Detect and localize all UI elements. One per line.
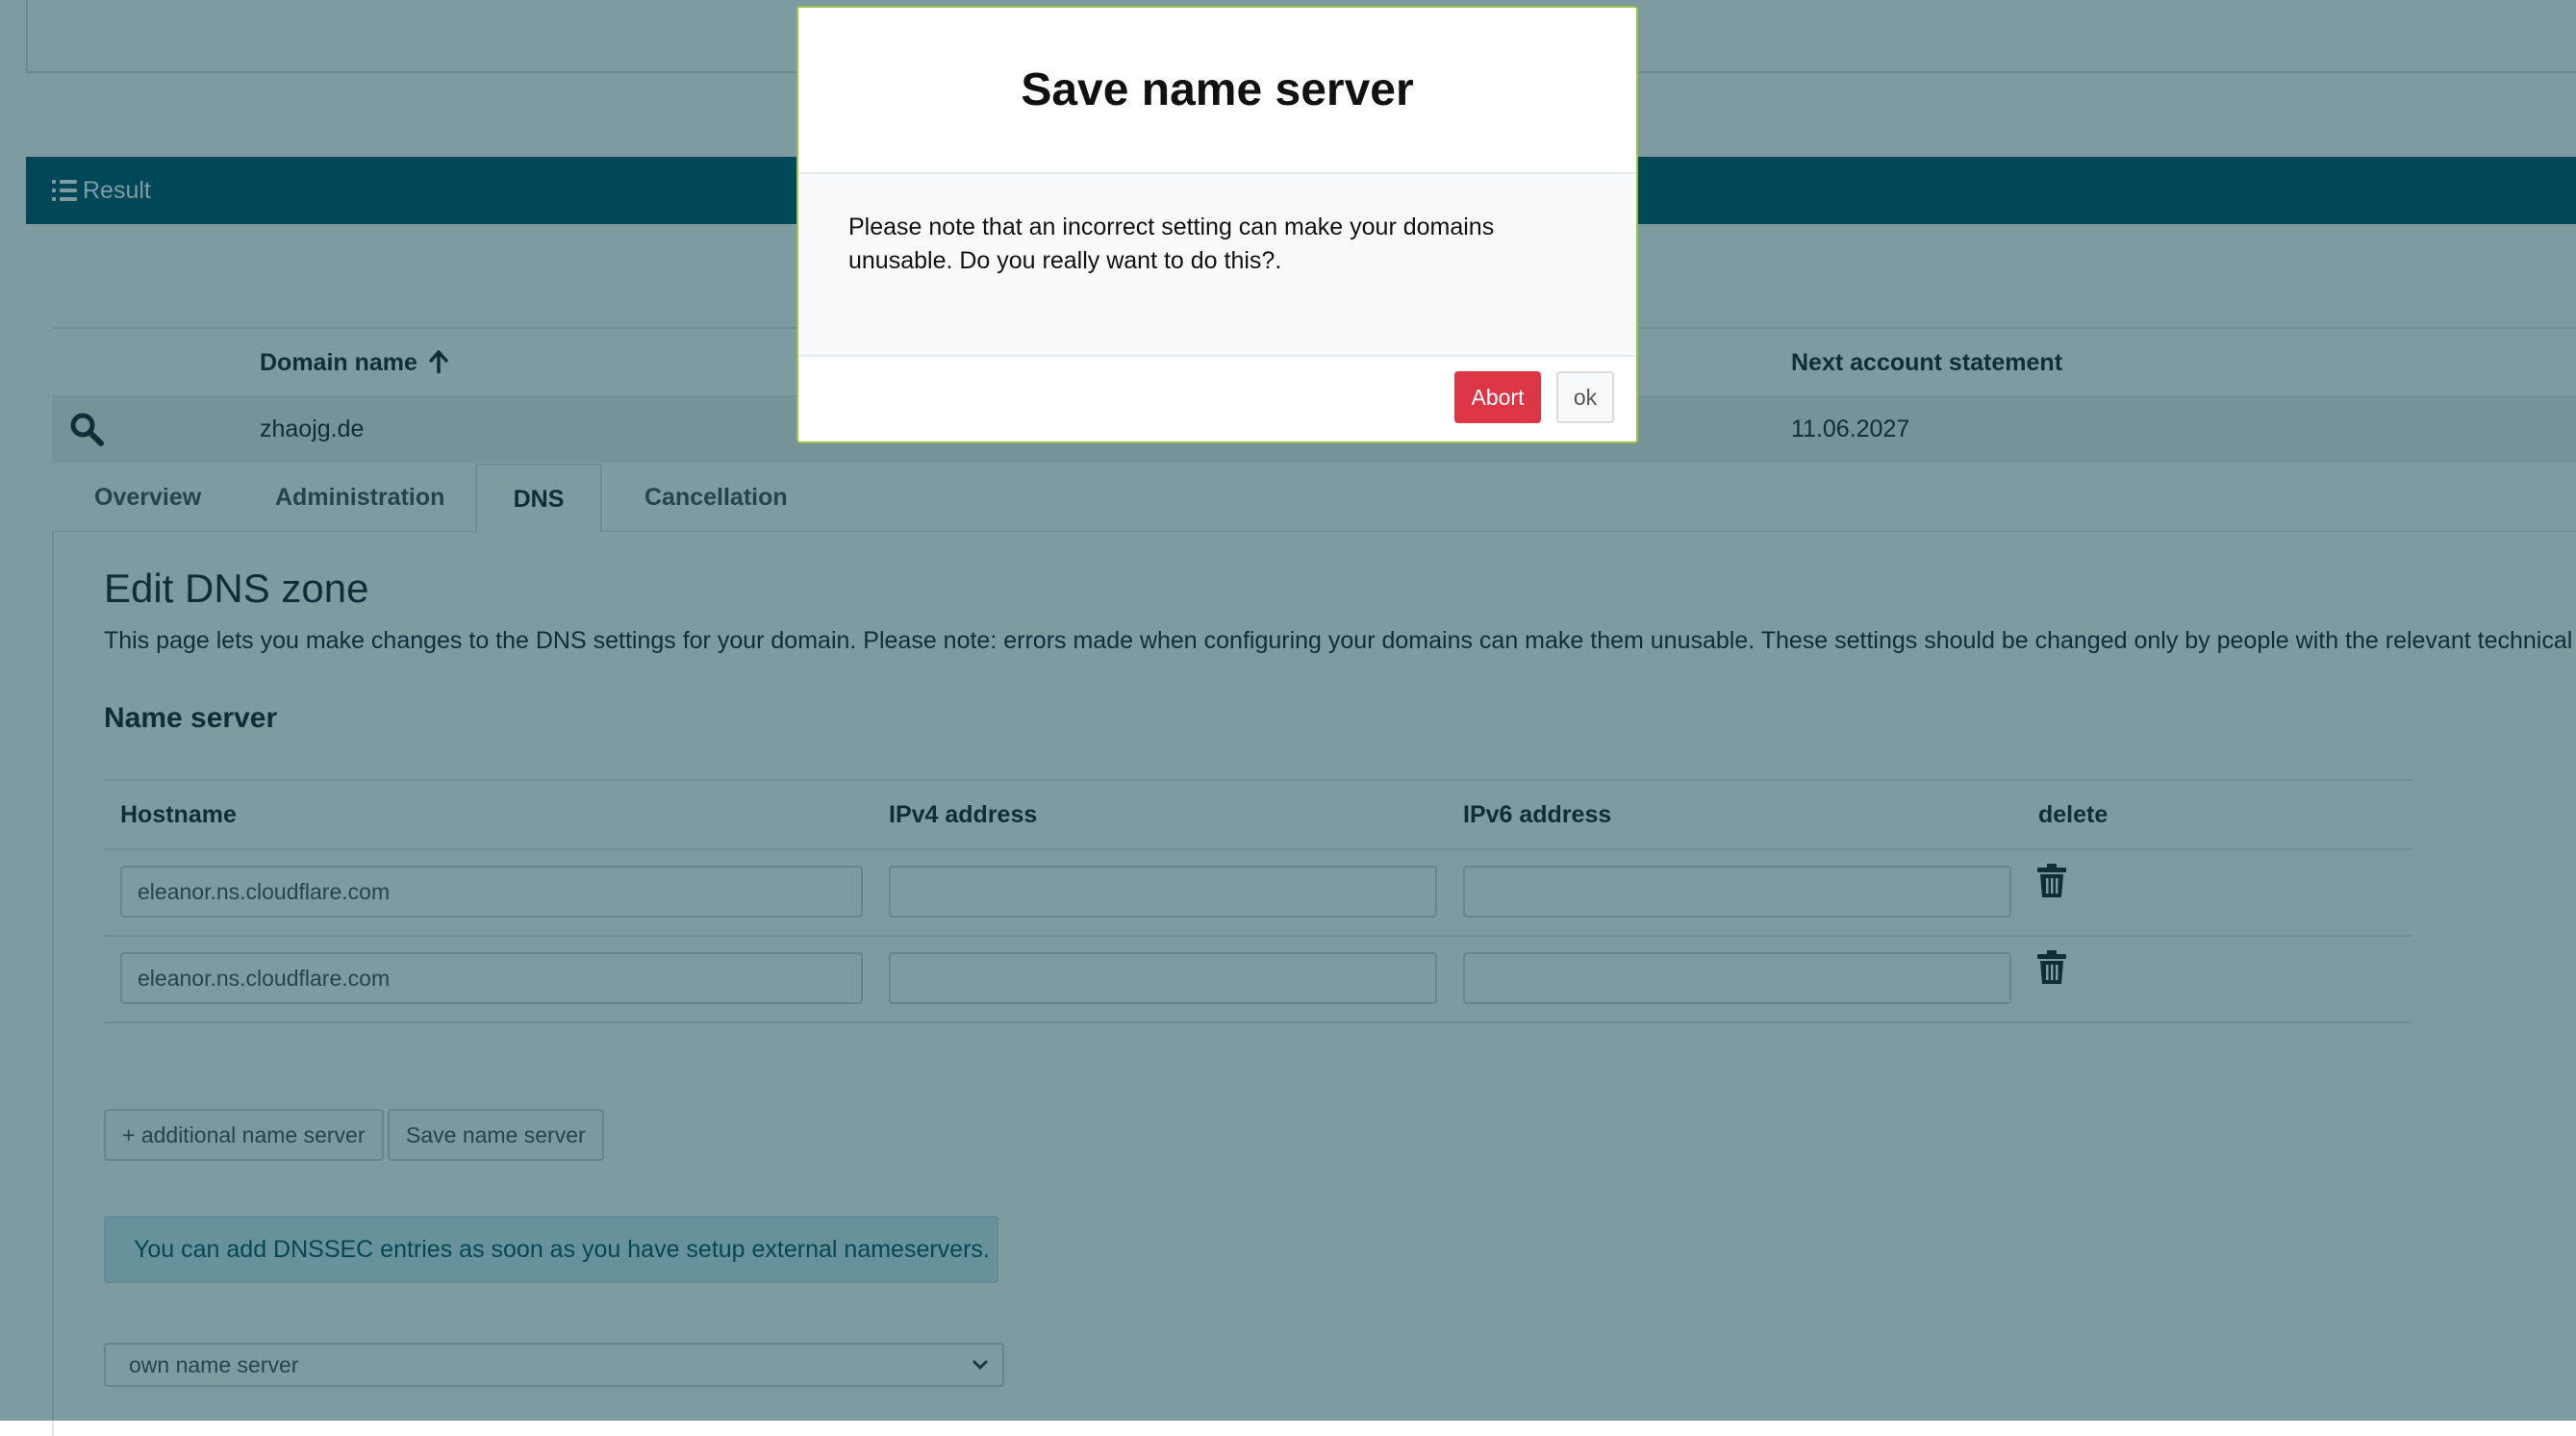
dialog-header: Save name server: [798, 8, 1636, 174]
abort-button[interactable]: Abort: [1454, 371, 1541, 423]
ok-button[interactable]: ok: [1556, 371, 1614, 423]
confirm-dialog: Save name server Please note that an inc…: [796, 6, 1638, 443]
dialog-title: Save name server: [1021, 64, 1414, 115]
page: Result Domain name Next account statemen…: [0, 0, 2576, 1436]
dialog-body: Please note that an incorrect setting ca…: [798, 174, 1636, 357]
dialog-message: Please note that an incorrect setting ca…: [848, 214, 1495, 274]
